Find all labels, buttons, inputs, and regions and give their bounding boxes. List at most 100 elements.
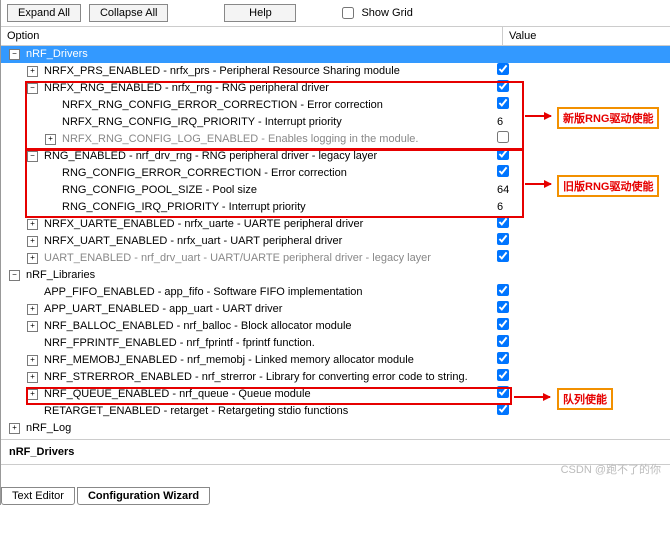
collapse-all-button[interactable]: Collapse All: [89, 4, 168, 22]
option-checkbox[interactable]: [497, 318, 509, 330]
tree-row-label: NRF_STRERROR_ENABLED - nrf_strerror - Li…: [42, 369, 468, 386]
collapse-icon[interactable]: −: [9, 270, 20, 281]
tree-row[interactable]: + NRFX_PRS_ENABLED - nrfx_prs - Periphera…: [1, 63, 670, 80]
value-cell[interactable]: [497, 301, 537, 319]
bottom-tabs: Text Editor Configuration Wizard: [1, 487, 670, 505]
value-cell[interactable]: [497, 386, 537, 404]
column-headers: Option Value: [1, 27, 670, 46]
collapse-icon[interactable]: −: [27, 83, 38, 94]
show-grid-checkbox[interactable]: [342, 7, 354, 19]
tree-row-label: NRF_MEMOBJ_ENABLED - nrf_memobj - Linked…: [42, 352, 414, 369]
show-grid-toggle[interactable]: Show Grid: [338, 4, 412, 22]
value-cell[interactable]: [497, 250, 537, 268]
tab-configuration-wizard[interactable]: Configuration Wizard: [77, 487, 210, 505]
option-checkbox[interactable]: [497, 386, 509, 398]
tree-row[interactable]: + NRFX_RNG_CONFIG_LOG_ENABLED - Enables l…: [1, 131, 670, 148]
value-cell[interactable]: 6: [497, 199, 537, 216]
value-column-header[interactable]: Value: [503, 27, 670, 45]
value-cell[interactable]: [497, 97, 537, 115]
option-checkbox[interactable]: [497, 63, 509, 75]
tree-row-label: nRF_Drivers: [24, 46, 88, 63]
tree-row-label: NRF_FPRINTF_ENABLED - nrf_fprintf - fpri…: [42, 335, 315, 352]
value-cell[interactable]: [497, 284, 537, 302]
option-checkbox[interactable]: [497, 97, 509, 109]
arrow-old-rng: [525, 183, 551, 185]
tree-row-label: RNG_CONFIG_POOL_SIZE - Pool size: [60, 182, 257, 199]
tree-row-label: UART_ENABLED - nrf_drv_uart - UART/UARTE…: [42, 250, 431, 267]
tree-row[interactable]: + NRFX_UART_ENABLED - nrfx_uart - UART pe…: [1, 233, 670, 250]
tree-row[interactable]: +NRF_BALLOC_ENABLED - nrf_balloc - Block…: [1, 318, 670, 335]
option-checkbox[interactable]: [497, 216, 509, 228]
expand-icon[interactable]: +: [45, 134, 56, 145]
option-checkbox[interactable]: [497, 284, 509, 296]
expand-icon[interactable]: +: [9, 423, 20, 434]
value-cell[interactable]: [497, 352, 537, 370]
option-checkbox[interactable]: [497, 403, 509, 415]
tree-row-label: NRF_QUEUE_ENABLED - nrf_queue - Queue mo…: [42, 386, 311, 403]
tree-row-label: NRFX_RNG_CONFIG_ERROR_CORRECTION - Error…: [60, 97, 383, 114]
collapse-icon[interactable]: −: [27, 151, 38, 162]
tab-text-editor[interactable]: Text Editor: [1, 487, 75, 505]
option-checkbox[interactable]: [497, 369, 509, 381]
collapse-icon[interactable]: −: [9, 49, 20, 60]
tree-row[interactable]: +nRF_Log: [1, 420, 670, 437]
tree-row[interactable]: + NRF_MEMOBJ_ENABLED - nrf_memobj - Linke…: [1, 352, 670, 369]
expand-icon[interactable]: +: [27, 253, 38, 264]
value-cell[interactable]: [497, 165, 537, 183]
annotation-new-rng: 新版RNG驱动使能: [557, 107, 659, 129]
value-cell[interactable]: [497, 403, 537, 421]
value-cell[interactable]: [497, 80, 537, 98]
option-checkbox[interactable]: [497, 148, 509, 160]
value-cell[interactable]: [497, 369, 537, 387]
expand-icon[interactable]: +: [27, 389, 38, 400]
tree-row[interactable]: −nRF_Libraries: [1, 267, 670, 284]
help-button[interactable]: Help: [224, 4, 296, 22]
tree-row-label: NRFX_RNG_CONFIG_IRQ_PRIORITY - Interrupt…: [60, 114, 342, 131]
expand-icon[interactable]: +: [27, 355, 38, 366]
tree-row[interactable]: −NRFX_RNG_ENABLED - nrfx_rng - RNG perip…: [1, 80, 670, 97]
expand-icon[interactable]: +: [27, 372, 38, 383]
option-checkbox[interactable]: [497, 131, 509, 143]
expand-icon[interactable]: +: [27, 304, 38, 315]
tree-row-label: NRFX_RNG_ENABLED - nrfx_rng - RNG periph…: [42, 80, 329, 97]
tree-row[interactable]: + UART_ENABLED - nrf_drv_uart - UART/UART…: [1, 250, 670, 267]
tree-row[interactable]: + APP_UART_ENABLED - app_uart - UART driv…: [1, 301, 670, 318]
expand-icon[interactable]: +: [27, 321, 38, 332]
option-checkbox[interactable]: [497, 301, 509, 313]
tree-row[interactable]: −nRF_Drivers: [1, 46, 670, 63]
tree-row-label: APP_UART_ENABLED - app_uart - UART drive…: [42, 301, 282, 318]
tree-row-label: NRFX_PRS_ENABLED - nrfx_prs - Peripheral…: [42, 63, 400, 80]
expand-all-button[interactable]: Expand All: [7, 4, 81, 22]
tree-row[interactable]: RNG_CONFIG_IRQ_PRIORITY - Interrupt prio…: [1, 199, 670, 216]
tree-row[interactable]: −RNG_ENABLED - nrf_drv_rng - RNG periphe…: [1, 148, 670, 165]
tree-row-label: NRFX_UART_ENABLED - nrfx_uart - UART per…: [42, 233, 342, 250]
toolbar: Expand All Collapse All Help Show Grid: [1, 0, 670, 27]
expand-icon[interactable]: +: [27, 219, 38, 230]
tree-row[interactable]: NRF_FPRINTF_ENABLED - nrf_fprintf - fpri…: [1, 335, 670, 352]
tree-row-label: nRF_Libraries: [24, 267, 95, 284]
tree-row-label: RNG_CONFIG_IRQ_PRIORITY - Interrupt prio…: [60, 199, 306, 216]
option-checkbox[interactable]: [497, 352, 509, 364]
expand-icon[interactable]: +: [27, 236, 38, 247]
tree-row-label: RNG_ENABLED - nrf_drv_rng - RNG peripher…: [42, 148, 377, 165]
value-cell[interactable]: [497, 318, 537, 336]
tree-row[interactable]: + NRF_STRERROR_ENABLED - nrf_strerror - L…: [1, 369, 670, 386]
tree-row-label: NRFX_UARTE_ENABLED - nrfx_uarte - UARTE …: [42, 216, 363, 233]
tree-row[interactable]: APP_FIFO_ENABLED - app_fifo - Software F…: [1, 284, 670, 301]
tree-row[interactable]: + NRFX_UARTE_ENABLED - nrfx_uarte - UARTE…: [1, 216, 670, 233]
option-checkbox[interactable]: [497, 233, 509, 245]
option-checkbox[interactable]: [497, 335, 509, 347]
option-checkbox[interactable]: [497, 80, 509, 92]
value-cell[interactable]: [497, 131, 537, 149]
annotation-old-rng: 旧版RNG驱动使能: [557, 175, 659, 197]
value-cell[interactable]: [497, 148, 537, 166]
option-checkbox[interactable]: [497, 165, 509, 177]
expand-icon[interactable]: +: [27, 66, 38, 77]
value-cell[interactable]: [497, 335, 537, 353]
value-cell[interactable]: [497, 63, 537, 81]
tree-row-label: NRFX_RNG_CONFIG_LOG_ENABLED - Enables lo…: [60, 131, 418, 148]
option-checkbox[interactable]: [497, 250, 509, 262]
option-column-header[interactable]: Option: [1, 27, 503, 45]
value-cell[interactable]: [497, 216, 537, 234]
value-cell[interactable]: [497, 233, 537, 251]
